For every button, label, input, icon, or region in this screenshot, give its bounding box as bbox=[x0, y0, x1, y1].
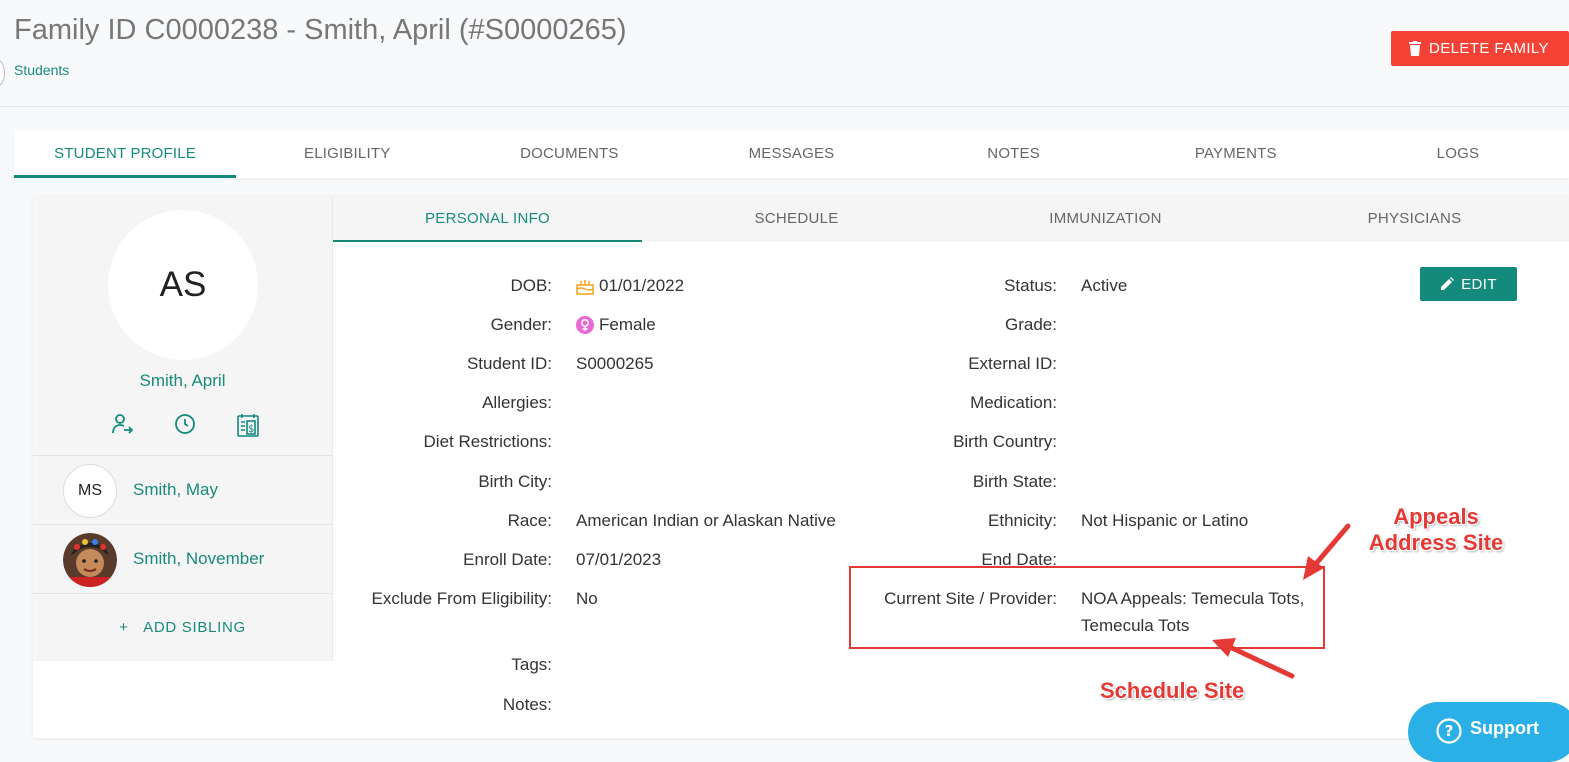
race-value: American Indian or Alaskan Native bbox=[576, 511, 836, 530]
add-sibling-label: ADD SIBLING bbox=[143, 619, 246, 636]
pencil-icon bbox=[1441, 277, 1455, 290]
annotation-schedule: Schedule Site bbox=[1100, 678, 1245, 703]
edit-button[interactable]: EDIT bbox=[1420, 267, 1517, 301]
support-button[interactable]: ? Support bbox=[1408, 702, 1569, 762]
exclude-eligibility-value: No bbox=[576, 589, 598, 608]
main-tabs: STUDENT PROFILE ELIGIBILITY DOCUMENTS ME… bbox=[14, 130, 1569, 178]
trash-icon bbox=[1409, 41, 1421, 56]
diet-restrictions-label: Diet Restrictions: bbox=[423, 432, 552, 451]
annotation-appeals-line2: Address Site bbox=[1368, 530, 1504, 555]
sibling-photo bbox=[63, 533, 117, 587]
page-header: Family ID C0000238 - Smith, April (#S000… bbox=[0, 0, 1569, 107]
sibling-item[interactable]: MS Smith, May bbox=[33, 455, 332, 524]
status-value: Active bbox=[1081, 276, 1128, 295]
race-label: Race: bbox=[507, 511, 552, 530]
tab-immunization[interactable]: IMMUNIZATION bbox=[951, 195, 1260, 242]
birth-state-label: Birth State: bbox=[972, 472, 1057, 491]
history-clock-icon[interactable] bbox=[174, 413, 196, 435]
delete-family-label: DELETE FAMILY bbox=[1429, 40, 1549, 57]
tab-student-profile[interactable]: STUDENT PROFILE bbox=[14, 130, 237, 178]
dob-text: 01/01/2022 bbox=[599, 276, 685, 295]
sibling-item[interactable]: Smith, November bbox=[33, 524, 332, 593]
ethnicity-value: Not Hispanic or Latino bbox=[1081, 511, 1249, 530]
svg-text:?: ? bbox=[1445, 722, 1454, 740]
birth-country-label: Birth Country: bbox=[953, 432, 1057, 451]
female-icon bbox=[576, 316, 594, 334]
student-sidebar: AS Smith, April $ MS Smith, May Smith, N… bbox=[33, 195, 333, 661]
sub-tabs: PERSONAL INFO SCHEDULE IMMUNIZATION PHYS… bbox=[333, 195, 1569, 242]
billing-ledger-icon[interactable]: $ bbox=[237, 413, 259, 437]
help-icon: ? bbox=[1436, 718, 1462, 744]
grade-label: Grade: bbox=[1005, 315, 1057, 334]
add-sibling-button[interactable]: + ADD SIBLING bbox=[33, 593, 332, 662]
ethnicity-label: Ethnicity: bbox=[988, 511, 1057, 530]
student-id-label: Student ID: bbox=[466, 354, 552, 373]
tab-eligibility[interactable]: ELIGIBILITY bbox=[236, 130, 458, 178]
student-actions: $ bbox=[111, 413, 259, 437]
profile-card: AS Smith, April $ MS Smith, May Smith, N… bbox=[33, 195, 1569, 738]
allergies-label: Allergies: bbox=[482, 393, 552, 412]
enroll-date-label: Enroll Date: bbox=[463, 550, 552, 569]
external-id-label: External ID: bbox=[968, 354, 1057, 373]
breadcrumb-students[interactable]: Students bbox=[14, 62, 69, 78]
birth-city-label: Birth City: bbox=[478, 472, 552, 491]
sibling-name[interactable]: Smith, May bbox=[133, 480, 218, 500]
delete-family-button[interactable]: DELETE FAMILY bbox=[1391, 31, 1569, 66]
tab-personal-info[interactable]: PERSONAL INFO bbox=[333, 195, 642, 242]
tab-schedule[interactable]: SCHEDULE bbox=[642, 195, 951, 242]
annotation-appeals-line1: Appeals bbox=[1393, 504, 1479, 529]
tab-documents[interactable]: DOCUMENTS bbox=[458, 130, 680, 178]
enroll-date-value: 07/01/2023 bbox=[576, 550, 662, 569]
dob-value: 01/01/2022 bbox=[576, 276, 684, 296]
tab-logs[interactable]: LOGS bbox=[1347, 130, 1569, 178]
exclude-eligibility-label: Exclude From Eligibility: bbox=[371, 589, 552, 608]
status-label: Status: bbox=[1004, 276, 1057, 295]
gender-value: Female bbox=[576, 315, 656, 335]
sidebar-toggle[interactable] bbox=[0, 60, 5, 86]
notes-label: Notes: bbox=[502, 695, 552, 714]
tab-messages[interactable]: MESSAGES bbox=[680, 130, 902, 178]
gender-label: Gender: bbox=[490, 315, 552, 334]
student-name[interactable]: Smith, April bbox=[33, 371, 332, 391]
student-id-value: S0000265 bbox=[576, 354, 654, 373]
cake-icon bbox=[576, 279, 594, 295]
dob-label: DOB: bbox=[510, 276, 552, 295]
tags-label: Tags: bbox=[511, 655, 552, 674]
annotation-highlight-box bbox=[849, 566, 1325, 649]
student-avatar: AS bbox=[108, 210, 258, 360]
sibling-avatar: MS bbox=[63, 464, 117, 518]
tab-payments[interactable]: PAYMENTS bbox=[1125, 130, 1347, 178]
sibling-name[interactable]: Smith, November bbox=[133, 549, 264, 569]
support-label: Support bbox=[1470, 718, 1539, 738]
plus-icon: + bbox=[119, 619, 129, 636]
gender-text: Female bbox=[599, 315, 656, 334]
annotation-appeals: Appeals Address Site bbox=[1366, 504, 1506, 556]
edit-label: EDIT bbox=[1461, 275, 1497, 293]
page-title: Family ID C0000238 - Smith, April (#S000… bbox=[14, 14, 627, 46]
transfer-user-icon[interactable] bbox=[111, 413, 134, 435]
tab-notes[interactable]: NOTES bbox=[903, 130, 1125, 178]
tab-physicians[interactable]: PHYSICIANS bbox=[1260, 195, 1569, 242]
medication-label: Medication: bbox=[970, 393, 1057, 412]
